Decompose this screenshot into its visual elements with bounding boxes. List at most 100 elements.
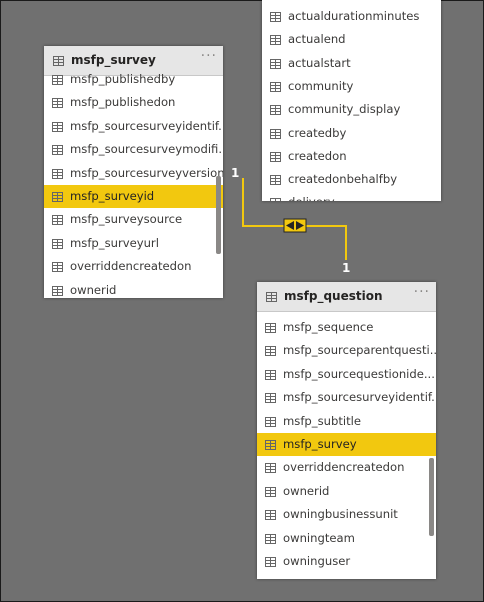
field-icon xyxy=(270,35,281,46)
field-row[interactable]: msfp_survey xyxy=(257,433,436,457)
field-row[interactable]: createdby xyxy=(262,122,441,145)
field-row[interactable]: ownerid xyxy=(44,279,223,298)
more-options-icon[interactable]: ··· xyxy=(201,48,217,64)
field-name: msfp_sourcesurveyidentif... xyxy=(283,390,436,405)
field-icon xyxy=(265,416,276,427)
field-name: owningbusinessunit xyxy=(283,507,398,522)
cardinality-to-label: 1 xyxy=(342,261,351,275)
field-icon xyxy=(52,215,63,226)
field-icon xyxy=(52,168,63,179)
field-row[interactable]: actualstart xyxy=(262,52,441,75)
field-name: msfp_sourceparentquesti... xyxy=(283,343,436,358)
field-icon xyxy=(270,105,281,116)
field-name: msfp_surveysource xyxy=(70,212,183,227)
field-icon xyxy=(265,463,276,474)
field-icon xyxy=(52,262,63,273)
table-icon xyxy=(53,56,64,66)
field-row[interactable]: msfp_sourcesurveymodifi... xyxy=(44,138,223,161)
field-row[interactable]: msfp_surveyid xyxy=(44,185,223,209)
field-name: msfp_sourcesurveyversion xyxy=(70,165,223,180)
table-card-msfp-question[interactable]: msfp_question ··· msfp_sequence msfp_sour… xyxy=(257,282,436,579)
field-row[interactable]: ownerid xyxy=(257,480,436,503)
field-name: msfp_publishedon xyxy=(70,95,176,110)
field-icon xyxy=(265,440,276,450)
field-icon xyxy=(265,369,276,380)
field-row[interactable]: owningteam xyxy=(257,527,436,550)
field-name: delivery... xyxy=(288,195,344,201)
field-name: actualend xyxy=(288,32,346,47)
field-row[interactable]: overriddencreatedon xyxy=(44,255,223,278)
field-name: owninguser xyxy=(283,554,351,568)
field-row[interactable]: delivery... xyxy=(262,191,441,201)
field-name: msfp_sourcesurveyidentif... xyxy=(70,118,223,133)
field-icon xyxy=(265,486,276,497)
field-name: msfp_sourcequestionide... xyxy=(283,366,435,381)
field-row[interactable]: msfp_surveysource xyxy=(44,208,223,231)
field-icon xyxy=(265,346,276,357)
field-name: msfp_subtitle xyxy=(283,413,361,428)
field-row[interactable]: createdon xyxy=(262,145,441,168)
field-row[interactable]: overriddencreatedon xyxy=(257,456,436,479)
field-row[interactable]: msfp_sourcesurveyversion xyxy=(44,162,223,185)
field-name: msfp_surveyid xyxy=(70,189,155,203)
field-row[interactable]: msfp_sourcequestionide... xyxy=(257,363,436,386)
field-row[interactable]: msfp_subtitle xyxy=(257,410,436,433)
field-icon xyxy=(265,323,276,333)
field-name: msfp_surveyurl xyxy=(70,235,159,250)
field-row[interactable]: msfp_publishedon xyxy=(44,91,223,114)
field-icon xyxy=(52,285,63,296)
cardinality-from-label: 1 xyxy=(231,166,240,180)
table-card-top[interactable]: actualdurationminutes actualend actualstar… xyxy=(262,0,441,201)
field-name: msfp_sourcesurveymodifi... xyxy=(70,142,223,157)
field-icon xyxy=(270,81,281,92)
field-icon xyxy=(270,12,281,22)
field-row[interactable]: msfp_sequence xyxy=(257,316,436,339)
field-icon xyxy=(270,198,281,201)
table-title: msfp_survey xyxy=(71,53,156,67)
field-name: ownerid xyxy=(70,282,117,297)
field-name: msfp_sequence xyxy=(283,320,374,334)
field-row[interactable]: actualend xyxy=(262,28,441,51)
field-row[interactable]: msfp_publishedby xyxy=(44,68,223,91)
field-icon xyxy=(265,533,276,544)
field-name: actualstart xyxy=(288,55,351,70)
scrollbar[interactable] xyxy=(429,458,434,536)
field-icon xyxy=(52,192,63,202)
field-row[interactable]: createdonbehalfby xyxy=(262,168,441,191)
field-icon xyxy=(270,175,281,186)
field-icon xyxy=(270,128,281,139)
field-name: owningteam xyxy=(283,530,355,545)
more-options-icon[interactable]: ··· xyxy=(414,284,430,300)
field-icon xyxy=(52,75,63,85)
field-name: msfp_publishedby xyxy=(70,72,176,86)
field-row[interactable]: msfp_sourcesurveyidentif... xyxy=(257,386,436,409)
table-card-msfp-survey[interactable]: msfp_survey ··· msfp_publishedby msfp_pub… xyxy=(44,46,223,298)
field-icon xyxy=(270,151,281,162)
field-row[interactable]: owninguser xyxy=(257,550,436,573)
field-name: actualdurationminutes xyxy=(288,9,420,23)
field-name: ownerid xyxy=(283,483,330,498)
scrollbar[interactable] xyxy=(216,176,221,254)
field-row[interactable]: actualdurationminutes xyxy=(262,5,441,28)
field-name: createdon xyxy=(288,148,347,163)
field-name: community_display xyxy=(288,102,401,117)
field-row[interactable]: owningbusinessunit xyxy=(257,503,436,526)
field-name: overriddencreatedon xyxy=(283,460,405,475)
field-name: overriddencreatedon xyxy=(70,259,192,274)
table-header[interactable]: msfp_question ··· xyxy=(257,282,436,312)
field-icon xyxy=(52,98,63,109)
field-icon xyxy=(52,238,63,249)
field-row[interactable]: msfp_sourceparentquesti... xyxy=(257,339,436,362)
field-row[interactable]: community xyxy=(262,75,441,98)
table-title: msfp_question xyxy=(284,289,383,303)
field-icon xyxy=(265,557,276,567)
field-row[interactable]: msfp_surveyurl xyxy=(44,232,223,255)
field-row[interactable]: community_display xyxy=(262,98,441,121)
field-icon xyxy=(270,58,281,69)
table-icon xyxy=(266,292,277,302)
field-icon xyxy=(265,510,276,521)
field-icon xyxy=(52,121,63,132)
field-row[interactable]: msfp_sourcesurveyidentif... xyxy=(44,115,223,138)
field-name: createdby xyxy=(288,125,347,140)
field-name: msfp_survey xyxy=(283,437,357,451)
